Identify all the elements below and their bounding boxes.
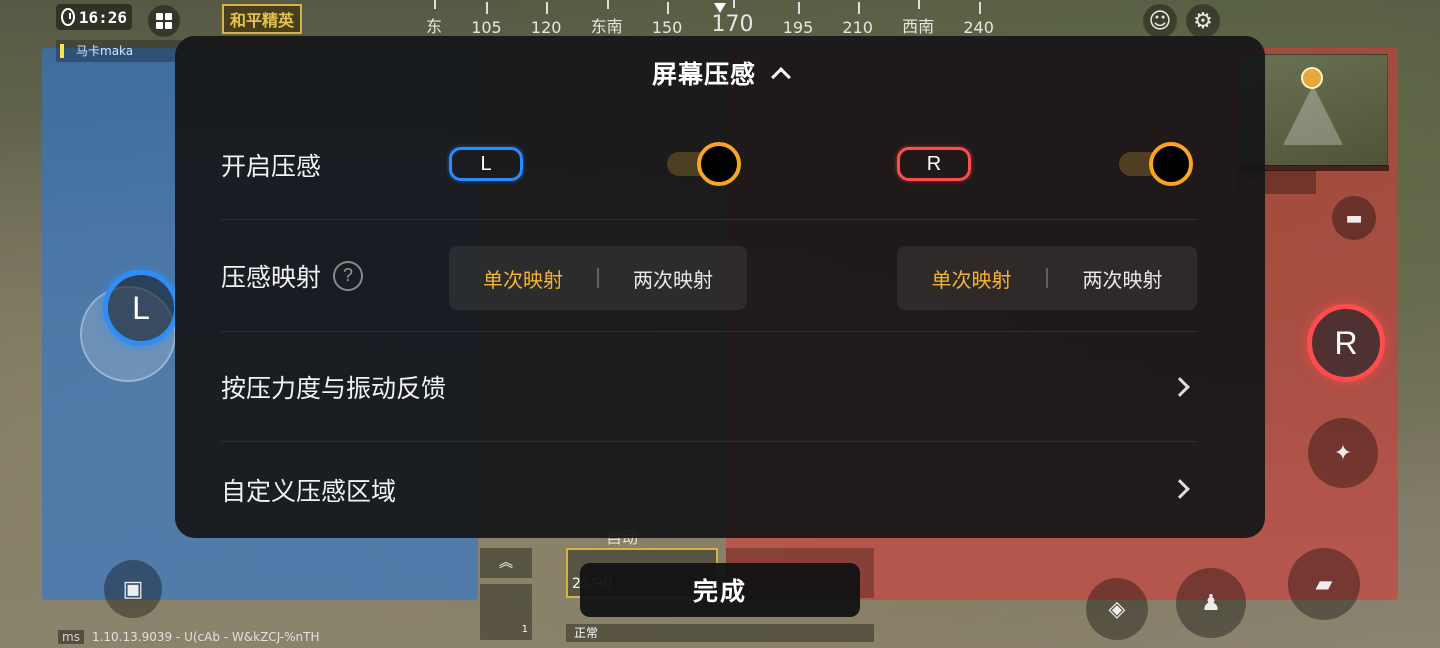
enable-pressure-label: 开启压感: [221, 151, 322, 181]
right-single-map-option[interactable]: 单次映射: [897, 264, 1046, 293]
force-vibration-row[interactable]: 按压力度与振动反馈: [221, 332, 1197, 442]
left-pressure-toggle[interactable]: [667, 142, 741, 186]
compass-bar: 东 105 120 东南 150 170 195 210 西南 240: [420, 0, 1000, 40]
force-vibration-label: 按压力度与振动反馈: [221, 373, 447, 403]
left-single-map-option[interactable]: 单次映射: [449, 264, 597, 293]
compass-mark: 210: [842, 2, 873, 37]
player-marker-icon: [1301, 67, 1323, 89]
health-status: 正常: [566, 624, 874, 642]
expand-up-icon[interactable]: ︽: [480, 548, 532, 578]
compass-mark: 东南: [591, 0, 623, 37]
right-pressure-button[interactable]: R: [1307, 304, 1385, 382]
right-mapping-selector: 单次映射 两次映射: [897, 246, 1197, 310]
gear-icon[interactable]: ⚙: [1186, 4, 1220, 38]
enable-pressure-row: 开启压感 L R: [221, 110, 1197, 220]
compass-mark: 105: [471, 2, 502, 37]
right-badge: R: [897, 147, 971, 181]
version-text: 1.10.13.9039 - U(cAb - W&kZCJ-%nTH: [91, 630, 320, 644]
compass-mark: 240: [963, 2, 994, 37]
chevron-right-icon: [1170, 479, 1190, 499]
backpack-icon[interactable]: ▣: [104, 560, 162, 618]
grid-menu-icon[interactable]: [148, 5, 180, 37]
bottom-info: ms 1.10.13.9039 - U(cAb - W&kZCJ-%nTH: [58, 630, 320, 644]
panel-title: 屏幕压感: [651, 60, 756, 89]
chat-icon[interactable]: ▬: [1332, 196, 1376, 240]
compass-mark: 东: [426, 0, 442, 37]
emote-icon[interactable]: ☺: [1143, 4, 1177, 38]
pressure-settings-panel: 屏幕压感 开启压感 L R 压感映射 ? 单次映射 两次映射 单次映射 两次映射: [175, 36, 1265, 538]
compass-heading: 170: [711, 0, 754, 37]
run-icon[interactable]: ✦: [1308, 418, 1378, 488]
custom-area-label: 自定义压感区域: [221, 477, 397, 506]
melee-slot[interactable]: 1: [480, 584, 532, 640]
compass-mark: 150: [651, 2, 683, 37]
view-cone: [1283, 85, 1343, 145]
compass-mark: 120: [530, 2, 562, 37]
toggle-knob: [697, 142, 741, 186]
right-pressure-toggle[interactable]: [1119, 142, 1193, 186]
ping-text: ms: [58, 630, 84, 644]
custom-area-row[interactable]: 自定义压感区域: [221, 442, 1197, 538]
left-double-map-option[interactable]: 两次映射: [599, 264, 747, 293]
chevron-right-icon: [1170, 377, 1190, 397]
crouch-icon[interactable]: ♟: [1176, 568, 1246, 638]
help-icon[interactable]: ?: [333, 260, 364, 291]
left-pressure-button[interactable]: L: [103, 270, 179, 346]
toggle-knob: [1149, 142, 1193, 186]
stopwatch-icon: [61, 8, 75, 26]
game-logo: 和平精英: [222, 4, 303, 34]
clock-text: 16:26: [78, 7, 127, 27]
compass-mark: 195: [782, 2, 814, 37]
done-button[interactable]: 完成: [580, 563, 860, 617]
match-clock: 16:26: [56, 4, 132, 30]
left-mapping-selector: 单次映射 两次映射: [449, 246, 747, 310]
prone-icon[interactable]: ▰: [1288, 548, 1360, 620]
melee-count: 1: [521, 624, 528, 635]
reload-icon[interactable]: ◈: [1086, 578, 1148, 640]
right-double-map-option[interactable]: 两次映射: [1048, 264, 1197, 293]
compass-pointer-icon: [714, 3, 726, 13]
pressure-mapping-row: 压感映射 ? 单次映射 两次映射 单次映射 两次映射: [221, 220, 1197, 332]
pressure-mapping-label: 压感映射: [221, 262, 322, 292]
panel-header[interactable]: 屏幕压感: [175, 36, 1265, 110]
compass-mark: 西南: [902, 0, 934, 37]
left-badge: L: [449, 147, 523, 181]
status-text: 正常: [574, 626, 599, 640]
collapse-chevron-icon[interactable]: [771, 67, 791, 87]
